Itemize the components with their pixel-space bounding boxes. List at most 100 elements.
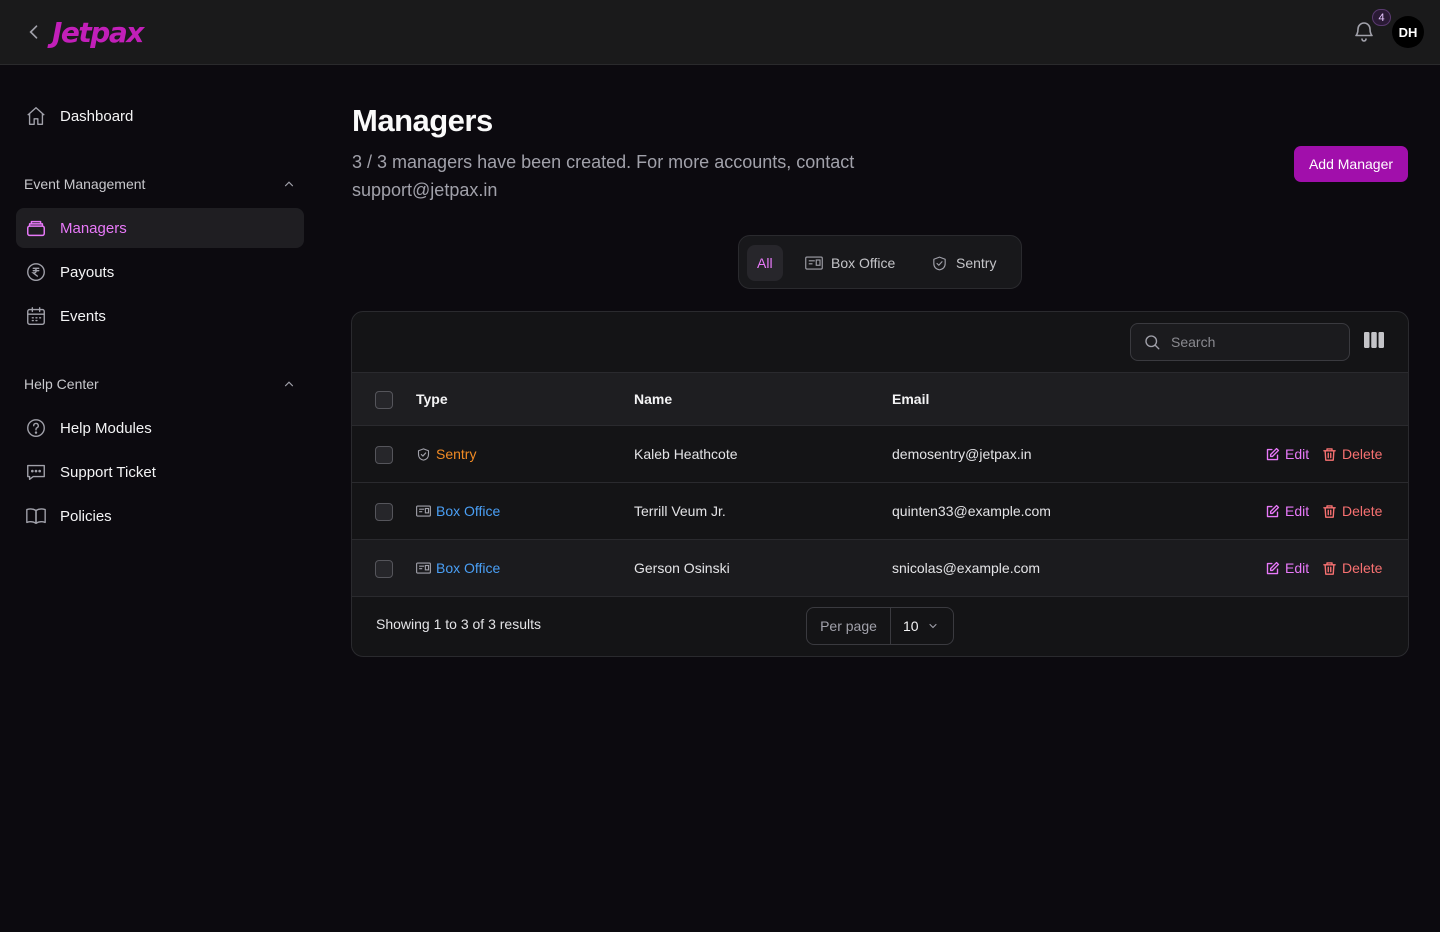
- ticket-icon: [416, 562, 431, 574]
- chevron-down-icon: [929, 623, 937, 629]
- edit-button[interactable]: Edit: [1265, 426, 1309, 482]
- chevron-left-icon: [29, 25, 38, 39]
- sidebar-item-label: Support Ticket: [60, 463, 156, 481]
- delete-label: Delete: [1342, 503, 1383, 519]
- tab-all[interactable]: All: [747, 245, 783, 281]
- sidebar-item-dashboard[interactable]: Dashboard: [16, 96, 304, 136]
- trash-icon: [1322, 447, 1337, 462]
- delete-label: Delete: [1342, 446, 1383, 462]
- chat-bubble-icon: [24, 460, 48, 484]
- group-title: Help Center: [24, 376, 99, 392]
- row-checkbox[interactable]: [375, 560, 393, 578]
- type-cell: Sentry: [416, 426, 476, 482]
- jetpax-logo[interactable]: Jetpax: [52, 12, 144, 52]
- back-button[interactable]: [22, 20, 46, 44]
- page-title: Managers: [352, 103, 493, 138]
- sidebar-item-label: Managers: [60, 219, 127, 237]
- edit-icon: [1265, 447, 1280, 462]
- delete-button[interactable]: Delete: [1322, 540, 1382, 596]
- chevron-up-icon: [284, 181, 294, 187]
- column-header-email[interactable]: Email: [892, 373, 929, 425]
- column-header-name[interactable]: Name: [634, 373, 672, 425]
- rupee-circle-icon: [24, 260, 48, 284]
- calendar-icon: [24, 304, 48, 328]
- sidebar-item-policies[interactable]: Policies: [16, 496, 304, 536]
- tab-label: Sentry: [956, 255, 997, 271]
- group-event-management[interactable]: Event Management: [24, 172, 296, 196]
- edit-button[interactable]: Edit: [1265, 540, 1309, 596]
- edit-icon: [1265, 561, 1280, 576]
- type-label: Sentry: [436, 446, 477, 462]
- table-row: Sentry Kaleb Heathcote demosentry@jetpax…: [352, 426, 1408, 483]
- trash-icon: [1322, 504, 1337, 519]
- sidebar-item-label: Events: [60, 307, 106, 325]
- question-circle-icon: [24, 416, 48, 440]
- table-row: Box Office Gerson Osinski snicolas@examp…: [352, 540, 1408, 597]
- sidebar-item-payouts[interactable]: Payouts: [16, 252, 304, 292]
- select-all-checkbox[interactable]: [375, 391, 393, 409]
- search-icon: [1145, 335, 1160, 350]
- per-page-label: Per page: [807, 608, 891, 644]
- type-cell: Box Office: [416, 483, 500, 539]
- column-header-type[interactable]: Type: [416, 373, 448, 425]
- name-cell: Kaleb Heathcote: [634, 446, 738, 462]
- email-cell: snicolas@example.com: [892, 560, 1041, 576]
- sidebar: Dashboard Event Management Managers Payo…: [0, 65, 320, 932]
- stack-icon: [24, 216, 48, 240]
- edit-button[interactable]: Edit: [1265, 483, 1309, 539]
- columns-icon: [1364, 332, 1384, 348]
- table-row: Box Office Terrill Veum Jr. quinten33@ex…: [352, 483, 1408, 540]
- search-input[interactable]: [1171, 334, 1331, 350]
- per-page-selected: 10: [903, 618, 919, 634]
- sidebar-item-events[interactable]: Events: [16, 296, 304, 336]
- edit-label: Edit: [1285, 446, 1310, 462]
- type-label: Box Office: [436, 560, 501, 576]
- type-cell: Box Office: [416, 540, 500, 596]
- type-filter-tabs: All Box Office Sentry: [738, 235, 1022, 289]
- chevron-up-icon: [284, 381, 294, 387]
- sidebar-item-label: Payouts: [60, 263, 115, 281]
- add-manager-button[interactable]: Add Manager: [1294, 146, 1408, 182]
- edit-label: Edit: [1285, 560, 1310, 576]
- tab-label: All: [757, 255, 773, 271]
- name-cell: Gerson Osinski: [634, 560, 730, 576]
- table-header: Type Name Email: [352, 372, 1408, 426]
- per-page-select[interactable]: Per page 10: [806, 607, 954, 645]
- tab-sentry[interactable]: Sentry: [921, 245, 1006, 281]
- tab-label: Box Office: [831, 255, 896, 271]
- delete-label: Delete: [1342, 560, 1383, 576]
- sidebar-item-help-modules[interactable]: Help Modules: [16, 408, 304, 448]
- edit-icon: [1265, 504, 1280, 519]
- sidebar-item-label: Help Modules: [60, 419, 152, 437]
- notifications-button[interactable]: [1352, 20, 1376, 44]
- delete-button[interactable]: Delete: [1322, 426, 1382, 482]
- email-cell: quinten33@example.com: [892, 503, 1051, 519]
- group-title: Event Management: [24, 176, 146, 192]
- per-page-value[interactable]: 10: [891, 608, 953, 644]
- managers-table: Type Name Email Sentry Kaleb Heathcote d…: [351, 311, 1409, 657]
- sidebar-item-support-ticket[interactable]: Support Ticket: [16, 452, 304, 492]
- row-checkbox[interactable]: [375, 446, 393, 464]
- sidebar-item-label: Dashboard: [60, 107, 134, 125]
- tab-box-office[interactable]: Box Office: [795, 245, 905, 281]
- notification-badge: 4: [1372, 9, 1391, 26]
- ticket-icon: [416, 505, 431, 517]
- ticket-icon: [805, 256, 823, 270]
- results-summary: Showing 1 to 3 of 3 results: [376, 616, 541, 632]
- sidebar-item-label: Policies: [60, 507, 112, 525]
- shield-icon: [416, 447, 431, 462]
- search-box[interactable]: [1130, 323, 1350, 361]
- sidebar-item-managers[interactable]: Managers: [16, 208, 304, 248]
- name-cell: Terrill Veum Jr.: [634, 503, 726, 519]
- column-toggle-button[interactable]: [1364, 332, 1386, 352]
- delete-button[interactable]: Delete: [1322, 483, 1382, 539]
- top-bar: Jetpax 4 DH: [0, 0, 1440, 65]
- book-open-icon: [24, 504, 48, 528]
- home-icon: [24, 104, 48, 128]
- edit-label: Edit: [1285, 503, 1310, 519]
- email-cell: demosentry@jetpax.in: [892, 446, 1032, 462]
- row-checkbox[interactable]: [375, 503, 393, 521]
- page-description: 3 / 3 managers have been created. For mo…: [352, 152, 855, 200]
- user-avatar[interactable]: DH: [1392, 16, 1424, 48]
- group-help-center[interactable]: Help Center: [24, 372, 296, 396]
